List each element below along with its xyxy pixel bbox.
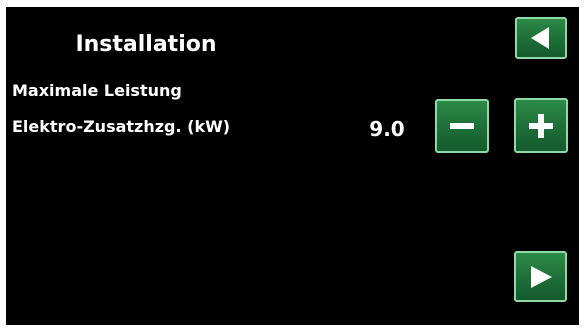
page-title: Installation (75, 32, 217, 57)
next-button[interactable] (514, 251, 567, 302)
setting-value: 9.0 (369, 117, 405, 141)
minus-icon (448, 112, 476, 140)
display-screen: Installation Maximale Leistung Elektro-Z… (6, 7, 579, 325)
back-button[interactable] (515, 17, 567, 59)
plus-icon (527, 112, 555, 140)
triangle-right-icon (527, 263, 555, 291)
setting-label-line1: Maximale Leistung (12, 81, 182, 100)
decrease-button[interactable] (435, 99, 489, 153)
setting-label-line2: Elektro-Zusatzhzg. (kW) (12, 117, 231, 136)
increase-button[interactable] (514, 98, 568, 153)
triangle-left-icon (528, 25, 554, 51)
